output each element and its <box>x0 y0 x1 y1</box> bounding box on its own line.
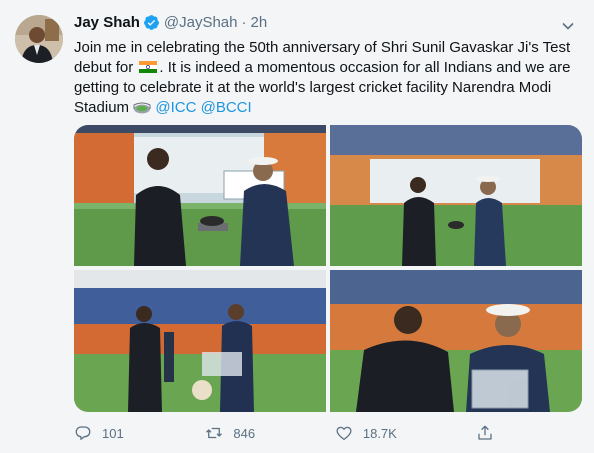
retweet-icon <box>206 427 223 439</box>
tweet-header: Jay Shah @JayShah · 2h <box>74 14 554 31</box>
action-bar: 101 846 18.7K <box>74 424 504 442</box>
india-flag-icon <box>139 59 158 73</box>
media-grid <box>74 125 582 412</box>
share-icon <box>478 425 492 440</box>
timestamp[interactable]: 2h <box>250 14 267 31</box>
mention-bcci[interactable]: @BCCI <box>201 99 252 116</box>
like-button[interactable]: 18.7K <box>335 424 476 442</box>
chevron-down-icon[interactable] <box>560 18 576 34</box>
tweet-card[interactable]: Jay Shah @JayShah · 2h Join me in celebr… <box>0 0 594 453</box>
photo-2[interactable] <box>330 125 582 266</box>
tweet-text: Join me in celebrating the 50th annivers… <box>74 38 582 118</box>
photo-1[interactable] <box>74 125 326 266</box>
reply-icon <box>75 426 91 440</box>
reply-button[interactable]: 101 <box>74 424 205 442</box>
separator-dot: · <box>241 14 247 31</box>
share-button[interactable] <box>476 424 504 442</box>
like-count: 18.7K <box>362 425 397 441</box>
verified-badge-icon <box>143 14 160 31</box>
heart-icon <box>336 426 352 441</box>
stadium-icon <box>133 100 151 114</box>
author-name[interactable]: Jay Shah <box>74 14 140 31</box>
avatar[interactable] <box>15 15 63 63</box>
photo-3[interactable] <box>74 270 326 412</box>
author-handle[interactable]: @JayShah <box>164 14 238 31</box>
retweet-count: 846 <box>233 425 256 441</box>
photo-4[interactable] <box>330 270 582 412</box>
mention-icc[interactable]: @ICC <box>155 99 196 116</box>
retweet-button[interactable]: 846 <box>205 424 334 442</box>
reply-count: 101 <box>102 425 124 441</box>
